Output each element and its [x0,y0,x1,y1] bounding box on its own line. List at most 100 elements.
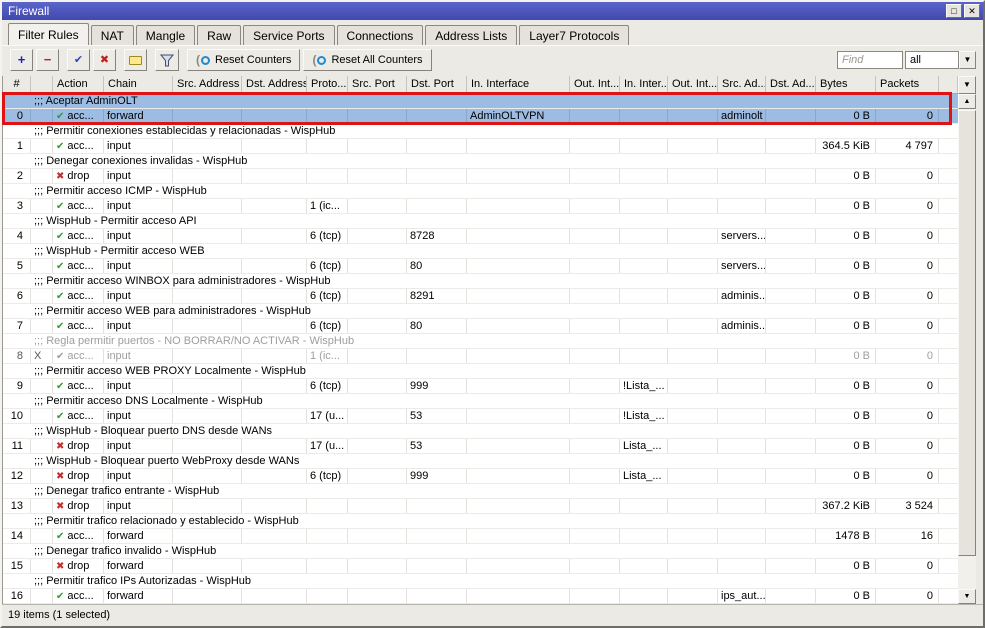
rule-row[interactable]: 3✔acc...input1 (ic...0 B0 [3,199,958,214]
column-header-src_port[interactable]: Src. Port [348,76,407,93]
find-input[interactable] [837,51,903,69]
column-header-action[interactable]: Action [53,76,104,93]
enable-rule-button[interactable]: ✔ [67,49,90,71]
rule-row[interactable]: 8X✔acc...input1 (ic...0 B0 [3,349,958,364]
remove-rule-button[interactable]: − [36,49,59,71]
tab-address-lists[interactable]: Address Lists [425,25,517,45]
comment-row[interactable]: ;;; Denegar trafico entrante - WispHub [3,484,958,499]
close-button[interactable]: ✕ [964,4,980,18]
comment-row[interactable]: ;;; WispHub - Permitir acceso WEB [3,244,958,259]
rule-row[interactable]: 14✔acc...forward1478 B16 [3,529,958,544]
cell-bytes: 0 B [816,409,876,423]
cell-num: 13 [3,499,31,513]
rule-row[interactable]: 1✔acc...input364.5 KiB4 797 [3,139,958,154]
tab-raw[interactable]: Raw [197,25,241,45]
rule-row[interactable]: 7✔acc...input6 (tcp)80adminis...0 B0 [3,319,958,334]
comment-row[interactable]: ;;; Denegar conexiones invalidas - WispH… [3,154,958,169]
cell-packets: 0 [876,589,939,603]
comment-row[interactable]: ;;; Permitir acceso DNS Localmente - Wis… [3,394,958,409]
cell-out_list [668,139,718,153]
comment-row[interactable]: ;;; Permitir acceso ICMP - WispHub [3,184,958,199]
filter-dropdown-button[interactable]: ▼ [959,51,976,69]
filter-button[interactable] [155,49,179,71]
cell-proto [307,499,348,513]
comment-row[interactable]: ;;; Denegar trafico invalido - WispHub [3,544,958,559]
cell-src_list [718,139,766,153]
rule-row[interactable]: 6✔acc...input6 (tcp)8291adminis...0 B0 [3,289,958,304]
comment-row[interactable]: ;;; Permitir acceso WINBOX para administ… [3,274,958,289]
reset-counters-button[interactable]: ( Reset Counters [187,49,300,71]
column-header-src_address[interactable]: Src. Address [173,76,242,93]
column-header-in_list[interactable]: In. Inter... [620,76,668,93]
drop-icon: ✖ [56,170,64,183]
rule-row[interactable]: 11✖dropinput17 (u...53Lista_...0 B0 [3,439,958,454]
cell-out_iface [570,229,620,243]
cell-src_list: adminis... [718,319,766,333]
tab-filter-rules[interactable]: Filter Rules [8,23,89,45]
column-header-dst_address[interactable]: Dst. Address [242,76,307,93]
comment-row[interactable]: ;;; Aceptar AdminOLT [3,94,958,109]
column-header-filler[interactable] [939,76,958,93]
maximize-button[interactable]: □ [946,4,962,18]
rule-row[interactable]: 16✔acc...forwardips_aut...0 B0 [3,589,958,604]
vertical-scrollbar[interactable]: ▼ ▲ ▼ [958,76,976,604]
rule-row[interactable]: 9✔acc...input6 (tcp)999!Lista_...0 B0 [3,379,958,394]
column-header-dst_list[interactable]: Dst. Ad... [766,76,816,93]
tab-connections[interactable]: Connections [337,25,424,45]
comment-row[interactable]: ;;; WispHub - Bloquear puerto WebProxy d… [3,454,958,469]
cell-dst_list [766,499,816,513]
column-header-proto[interactable]: Proto... [307,76,348,93]
rule-row[interactable]: 5✔acc...input6 (tcp)80servers...0 B0 [3,259,958,274]
column-header-packets[interactable]: Packets [876,76,939,93]
disable-rule-button[interactable]: ✖ [93,49,116,71]
cell-in_list [620,589,668,603]
column-header-num[interactable]: # [3,76,31,93]
cell-src_address [173,319,242,333]
comment-row[interactable]: ;;; WispHub - Bloquear puerto DNS desde … [3,424,958,439]
column-header-src_list[interactable]: Src. Ad... [718,76,766,93]
cell-proto [307,589,348,603]
add-rule-button[interactable]: + [10,49,33,71]
rule-row[interactable]: 10✔acc...input17 (u...53!Lista_...0 B0 [3,409,958,424]
rule-row[interactable]: 4✔acc...input6 (tcp)8728servers...0 B0 [3,229,958,244]
firewall-window: Firewall □ ✕ Filter RulesNATMangleRawSer… [0,0,985,628]
cell-src_list [718,559,766,573]
rule-row[interactable]: 0✔acc...forwardAdminOLTVPNadminolt0 B0 [3,109,958,124]
comment-button[interactable] [124,49,147,71]
column-header-flags[interactable] [31,76,53,93]
column-select-button[interactable]: ▼ [958,76,976,94]
column-header-chain[interactable]: Chain [104,76,173,93]
tab-mangle[interactable]: Mangle [136,25,195,45]
cell-dst_port: 999 [407,469,467,483]
tab-layer7-protocols[interactable]: Layer7 Protocols [519,25,629,45]
comment-row[interactable]: ;;; Permitir trafico relacionado y estab… [3,514,958,529]
column-header-bytes[interactable]: Bytes [816,76,876,93]
column-header-out_iface[interactable]: Out. Int... [570,76,620,93]
action-label: acc... [67,320,93,332]
rule-row[interactable]: 15✖dropforward0 B0 [3,559,958,574]
comment-row[interactable]: ;;; Permitir acceso WEB PROXY Localmente… [3,364,958,379]
comment-row[interactable]: ;;; Permitir trafico IPs Autorizadas - W… [3,574,958,589]
comment-row[interactable]: ;;; Permitir acceso WEB para administrad… [3,304,958,319]
filter-select[interactable]: all [905,51,959,69]
comment-row[interactable]: ;;; Permitir conexiones establecidas y r… [3,124,958,139]
tab-service-ports[interactable]: Service Ports [243,25,334,45]
cell-action: ✔acc... [53,349,104,363]
comment-row[interactable]: ;;; WispHub - Permitir acceso API [3,214,958,229]
column-header-in_iface[interactable]: In. Interface [467,76,570,93]
rule-row[interactable]: 13✖dropinput367.2 KiB3 524 [3,499,958,514]
scroll-down-button[interactable]: ▼ [958,589,976,604]
cell-packets: 0 [876,229,939,243]
tab-nat[interactable]: NAT [91,25,134,45]
scroll-up-button[interactable]: ▲ [958,94,976,109]
column-header-out_list[interactable]: Out. Int... [668,76,718,93]
title-bar[interactable]: Firewall □ ✕ [2,2,983,20]
cell-num: 4 [3,229,31,243]
cell-flags [31,139,53,153]
reset-all-counters-button[interactable]: ( Reset All Counters [303,49,431,71]
scrollbar-thumb[interactable] [958,110,976,556]
rule-row[interactable]: 2✖dropinput0 B0 [3,169,958,184]
comment-row[interactable]: ;;; Regla permitir puertos - NO BORRAR/N… [3,334,958,349]
column-header-dst_port[interactable]: Dst. Port [407,76,467,93]
rule-row[interactable]: 12✖dropinput6 (tcp)999Lista_...0 B0 [3,469,958,484]
